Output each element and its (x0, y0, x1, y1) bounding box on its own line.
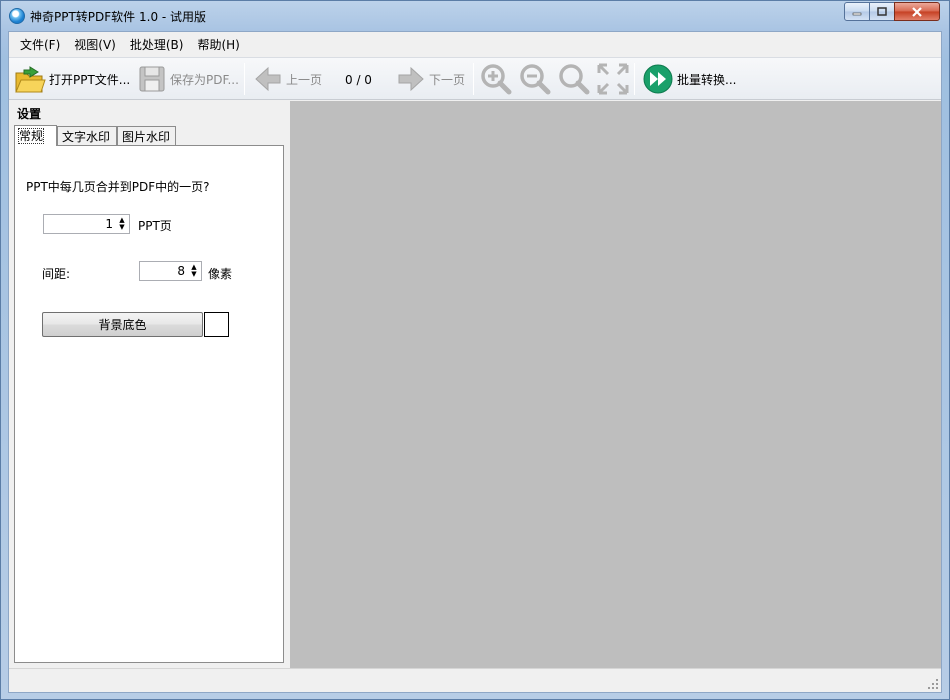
pages-per-sheet-question: PPT中每几页合并到PDF中的一页? (26, 180, 210, 194)
spacing-stepper[interactable]: 8 ▲ ▼ (139, 261, 202, 281)
maximize-icon (877, 6, 887, 16)
menu-file[interactable]: 文件(F) (13, 34, 67, 55)
zoom-out-icon (520, 64, 551, 95)
zoom-out-button[interactable] (518, 62, 552, 96)
toolbar: 打开PPT文件... 保存为PDF... 上一页 0 / 0 下一页 批量转换.… (9, 57, 941, 100)
fit-screen-button[interactable] (596, 62, 630, 96)
next-page-label: 下一页 (429, 72, 466, 87)
tab-general[interactable]: 常规 (14, 125, 57, 146)
pages-per-sheet-stepper[interactable]: 1 ▲ ▼ (43, 214, 130, 234)
general-tab-panel: PPT中每几页合并到PDF中的一页? 1 ▲ ▼ PPT页 间距: 8 ▲ ▼ 像素… (14, 145, 284, 663)
stepper-arrows-icon[interactable]: ▲ ▼ (188, 263, 200, 279)
status-bar (9, 668, 941, 692)
arrow-right-icon (398, 66, 424, 92)
prev-page-label: 上一页 (286, 72, 323, 87)
open-ppt-button[interactable]: 打开PPT文件... (14, 62, 130, 96)
background-color-button[interactable]: 背景底色 (42, 312, 203, 337)
minimize-button[interactable] (844, 2, 870, 21)
close-icon (912, 6, 922, 17)
zoom-reset-icon (559, 64, 590, 95)
settings-title: 设置 (17, 107, 42, 121)
window-title: 神奇PPT转PDF软件 1.0 - 试用版 (30, 10, 207, 24)
stepper-arrows-icon[interactable]: ▲ ▼ (116, 216, 128, 232)
menu-batch[interactable]: 批处理(B) (123, 34, 191, 55)
resize-grip-icon[interactable] (927, 678, 939, 690)
prev-page-button[interactable]: 上一页 (253, 62, 322, 96)
spacing-value: 8 (177, 264, 185, 278)
pages-unit-label: PPT页 (138, 219, 172, 233)
menu-help[interactable]: 帮助(H) (190, 34, 246, 55)
tab-image-watermark[interactable]: 图片水印 (117, 126, 176, 145)
app-window: 神奇PPT转PDF软件 1.0 - 试用版 文件(F) 视图(V) 批处理(B)… (0, 0, 950, 700)
toolbar-separator (473, 63, 474, 95)
menu-bar: 文件(F) 视图(V) 批处理(B) 帮助(H) (9, 32, 941, 56)
open-ppt-label: 打开PPT文件... (49, 72, 131, 87)
maximize-button[interactable] (869, 2, 895, 21)
close-button[interactable] (894, 2, 940, 21)
app-logo-icon (9, 8, 25, 24)
fast-forward-icon (643, 64, 673, 94)
save-disk-icon (139, 66, 165, 92)
preview-area[interactable] (290, 101, 941, 669)
batch-convert-button[interactable]: 批量转换... (642, 62, 736, 96)
menu-view[interactable]: 视图(V) (67, 34, 123, 55)
minimize-icon (852, 12, 862, 15)
open-folder-icon (15, 66, 46, 93)
toolbar-separator (634, 63, 635, 95)
tab-text-watermark[interactable]: 文字水印 (57, 126, 117, 145)
save-pdf-label: 保存为PDF... (170, 72, 239, 87)
arrow-left-icon (255, 66, 281, 92)
spacing-unit-label: 像素 (208, 267, 233, 281)
zoom-reset-button[interactable] (557, 62, 591, 96)
toolbar-separator (244, 63, 245, 95)
settings-panel: 设置 常规 文字水印 图片水印 PPT中每几页合并到PDF中的一页? 1 ▲ ▼ … (9, 101, 289, 669)
batch-convert-label: 批量转换... (677, 72, 737, 87)
next-page-button[interactable]: 下一页 (396, 62, 465, 96)
spacing-label: 间距: (42, 267, 71, 281)
title-bar[interactable]: 神奇PPT转PDF软件 1.0 - 试用版 (1, 1, 949, 31)
zoom-in-button[interactable] (479, 62, 513, 96)
pages-per-sheet-value: 1 (105, 217, 113, 231)
zoom-in-icon (481, 64, 512, 95)
background-color-swatch[interactable] (204, 312, 229, 337)
fit-screen-icon (597, 63, 629, 95)
page-counter: 0 / 0 (345, 73, 372, 87)
save-pdf-button[interactable]: 保存为PDF... (137, 62, 239, 96)
client-area: 文件(F) 视图(V) 批处理(B) 帮助(H) 打开PPT文件... 保存为P… (8, 31, 942, 693)
